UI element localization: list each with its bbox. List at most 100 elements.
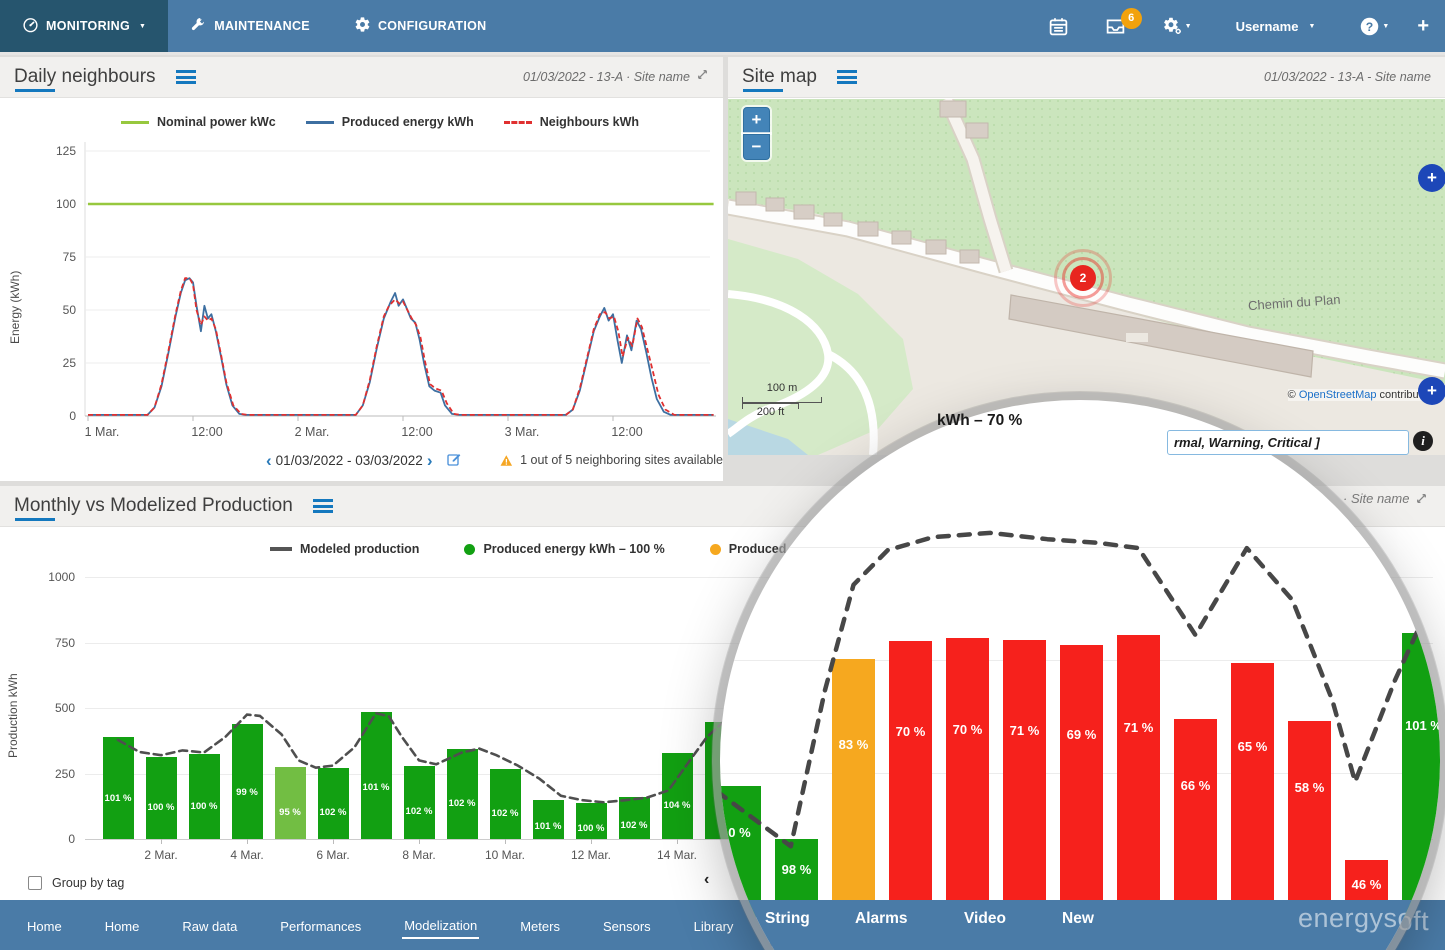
tab-new[interactable]: New [1062, 910, 1094, 928]
x-tick [333, 839, 334, 844]
production-bar: 95 % [275, 767, 306, 839]
tab-modelization[interactable]: Modelization [402, 912, 479, 939]
bar-percent-label: 100 % [146, 802, 177, 813]
bar-percent-label: 100 % [576, 823, 607, 834]
menu-icon[interactable] [313, 499, 333, 513]
info-icon[interactable]: i [1413, 431, 1433, 451]
tab-video[interactable]: Video [964, 910, 1006, 928]
edit-date-icon[interactable] [446, 451, 462, 470]
map-layer-button[interactable]: + [1418, 164, 1445, 192]
bar-percent-label: 100 % [189, 801, 220, 812]
magnified-production-bar: 0 % [720, 786, 761, 917]
osm-link[interactable]: OpenStreetMap [1299, 389, 1377, 401]
expand-icon[interactable] [696, 68, 709, 86]
group-by-tag-checkbox[interactable] [28, 876, 42, 890]
zoom-in-button[interactable]: + [743, 107, 770, 133]
legend-label: Produced energy kWh [342, 115, 474, 129]
legend-swatch [504, 121, 532, 124]
legend-swatch [121, 121, 149, 124]
nav-item-monitoring[interactable]: MONITORING▼ [0, 0, 168, 52]
calendar-icon[interactable] [1030, 16, 1087, 37]
nav-right: 6 ▼ Username ▼ ? ▼ + [1030, 0, 1445, 52]
marker-count: 2 [1070, 265, 1096, 291]
zoom-out-button[interactable]: − [743, 134, 770, 160]
legend-item: Nominal power kWc [121, 115, 276, 129]
bar-percent-label: 65 % [1231, 739, 1274, 754]
collapse-icon[interactable]: ‹ [704, 871, 709, 889]
settings-gears-icon[interactable]: ▼ [1144, 16, 1210, 37]
warning-icon [500, 453, 513, 468]
expand-icon[interactable] [1415, 492, 1428, 505]
tab-alarms[interactable]: Alarms [855, 910, 908, 928]
nav-item-label: MONITORING [46, 19, 130, 33]
y-tick-label: 0 [25, 832, 75, 846]
bar-percent-label: 101 % [1402, 718, 1440, 733]
magnified-production-bar: 70 % [889, 641, 932, 917]
x-tick [505, 839, 506, 844]
magnifier-overlay: 0 %98 %83 %70 %70 %71 %69 %71 %66 %65 %5… [720, 400, 1440, 950]
add-icon[interactable]: + [1407, 15, 1439, 38]
nav-menu: MONITORING▼MAINTENANCECONFIGURATION [0, 0, 508, 52]
tab-meters[interactable]: Meters [518, 913, 562, 938]
bar-percent-label: 104 % [662, 800, 693, 811]
gauge-icon [22, 16, 39, 36]
y-tick-label: 100 [56, 197, 76, 211]
x-tick-label: 1 Mar. [85, 425, 120, 439]
status-legend-box: rmal, Warning, Critical ] [1167, 430, 1409, 455]
nav-item-configuration[interactable]: CONFIGURATION [332, 0, 509, 52]
production-bar: 101 % [103, 737, 134, 839]
daily-panel-header: Daily neighbours 01/03/2022 - 13-A · Sit… [0, 57, 723, 98]
bar-percent-label: 101 % [361, 782, 392, 793]
chevron-down-icon: ▼ [1308, 23, 1315, 30]
tab-performances[interactable]: Performances [278, 913, 363, 938]
production-bar: 102 % [404, 766, 435, 839]
x-tick-label: 12:00 [401, 425, 432, 439]
bar-percent-label: 46 % [1345, 877, 1388, 892]
x-tick-label: 8 Mar. [387, 848, 451, 862]
map-panel-context: 01/03/2022 - 13-A - Site name [1264, 70, 1431, 84]
bar-percent-label: 66 % [1174, 778, 1217, 793]
production-bar: 102 % [447, 749, 478, 839]
production-bar: 101 % [533, 800, 564, 839]
x-tick-label: 14 Mar. [645, 848, 709, 862]
tab-home[interactable]: Home [103, 913, 142, 938]
inbox-icon[interactable]: 6 [1087, 16, 1144, 37]
next-date-button[interactable]: › [423, 452, 437, 469]
x-tick-label: 12:00 [191, 425, 222, 439]
nav-item-maintenance[interactable]: MAINTENANCE [168, 0, 332, 52]
username-menu[interactable]: Username ▼ [1210, 19, 1342, 34]
warning-text: 1 out of 5 neighboring sites available [520, 453, 723, 467]
title-underline [743, 89, 783, 92]
magnified-production-bar: 69 % [1060, 645, 1103, 917]
map-layer-button[interactable]: + [1418, 377, 1445, 405]
prev-date-button[interactable]: ‹ [262, 452, 276, 469]
tab-string[interactable]: String [765, 910, 810, 928]
daily-panel-context: 01/03/2022 - 13-A · Site name [523, 70, 690, 84]
bar-percent-label: 0 % [720, 825, 761, 840]
production-bar: 102 % [318, 768, 349, 839]
tab-raw-data[interactable]: Raw data [180, 913, 239, 938]
bar-percent-label: 71 % [1117, 720, 1160, 735]
x-tick-label: 3 Mar. [505, 425, 540, 439]
group-by-tag-label: Group by tag [52, 876, 124, 890]
menu-icon[interactable] [837, 70, 857, 84]
map-panel-header: Site map 01/03/2022 - 13-A - Site name [728, 57, 1445, 98]
svg-text:?: ? [1366, 19, 1373, 33]
map-scale-bar: 100 m 200 ft [742, 397, 822, 409]
map-marker[interactable]: 2 [1070, 265, 1096, 291]
warning-row: 1 out of 5 neighboring sites available [500, 453, 723, 468]
legend-swatch [306, 121, 334, 124]
bar-percent-label: 70 % [889, 724, 932, 739]
tab-home[interactable]: Home [25, 913, 64, 938]
x-tick-label: 4 Mar. [215, 848, 279, 862]
menu-icon[interactable] [176, 70, 196, 84]
daily-neighbours-panel: Daily neighbours 01/03/2022 - 13-A · Sit… [0, 57, 723, 481]
help-icon[interactable]: ? ▼ [1341, 16, 1407, 37]
tab-sensors[interactable]: Sensors [601, 913, 653, 938]
y-tick-label: 750 [25, 636, 75, 650]
bar-percent-label: 70 % [946, 722, 989, 737]
username-label: Username [1236, 19, 1299, 34]
bar-percent-label: 71 % [1003, 723, 1046, 738]
legend-label: Nominal power kWc [157, 115, 276, 129]
daily-panel-title: Daily neighbours [14, 66, 156, 88]
